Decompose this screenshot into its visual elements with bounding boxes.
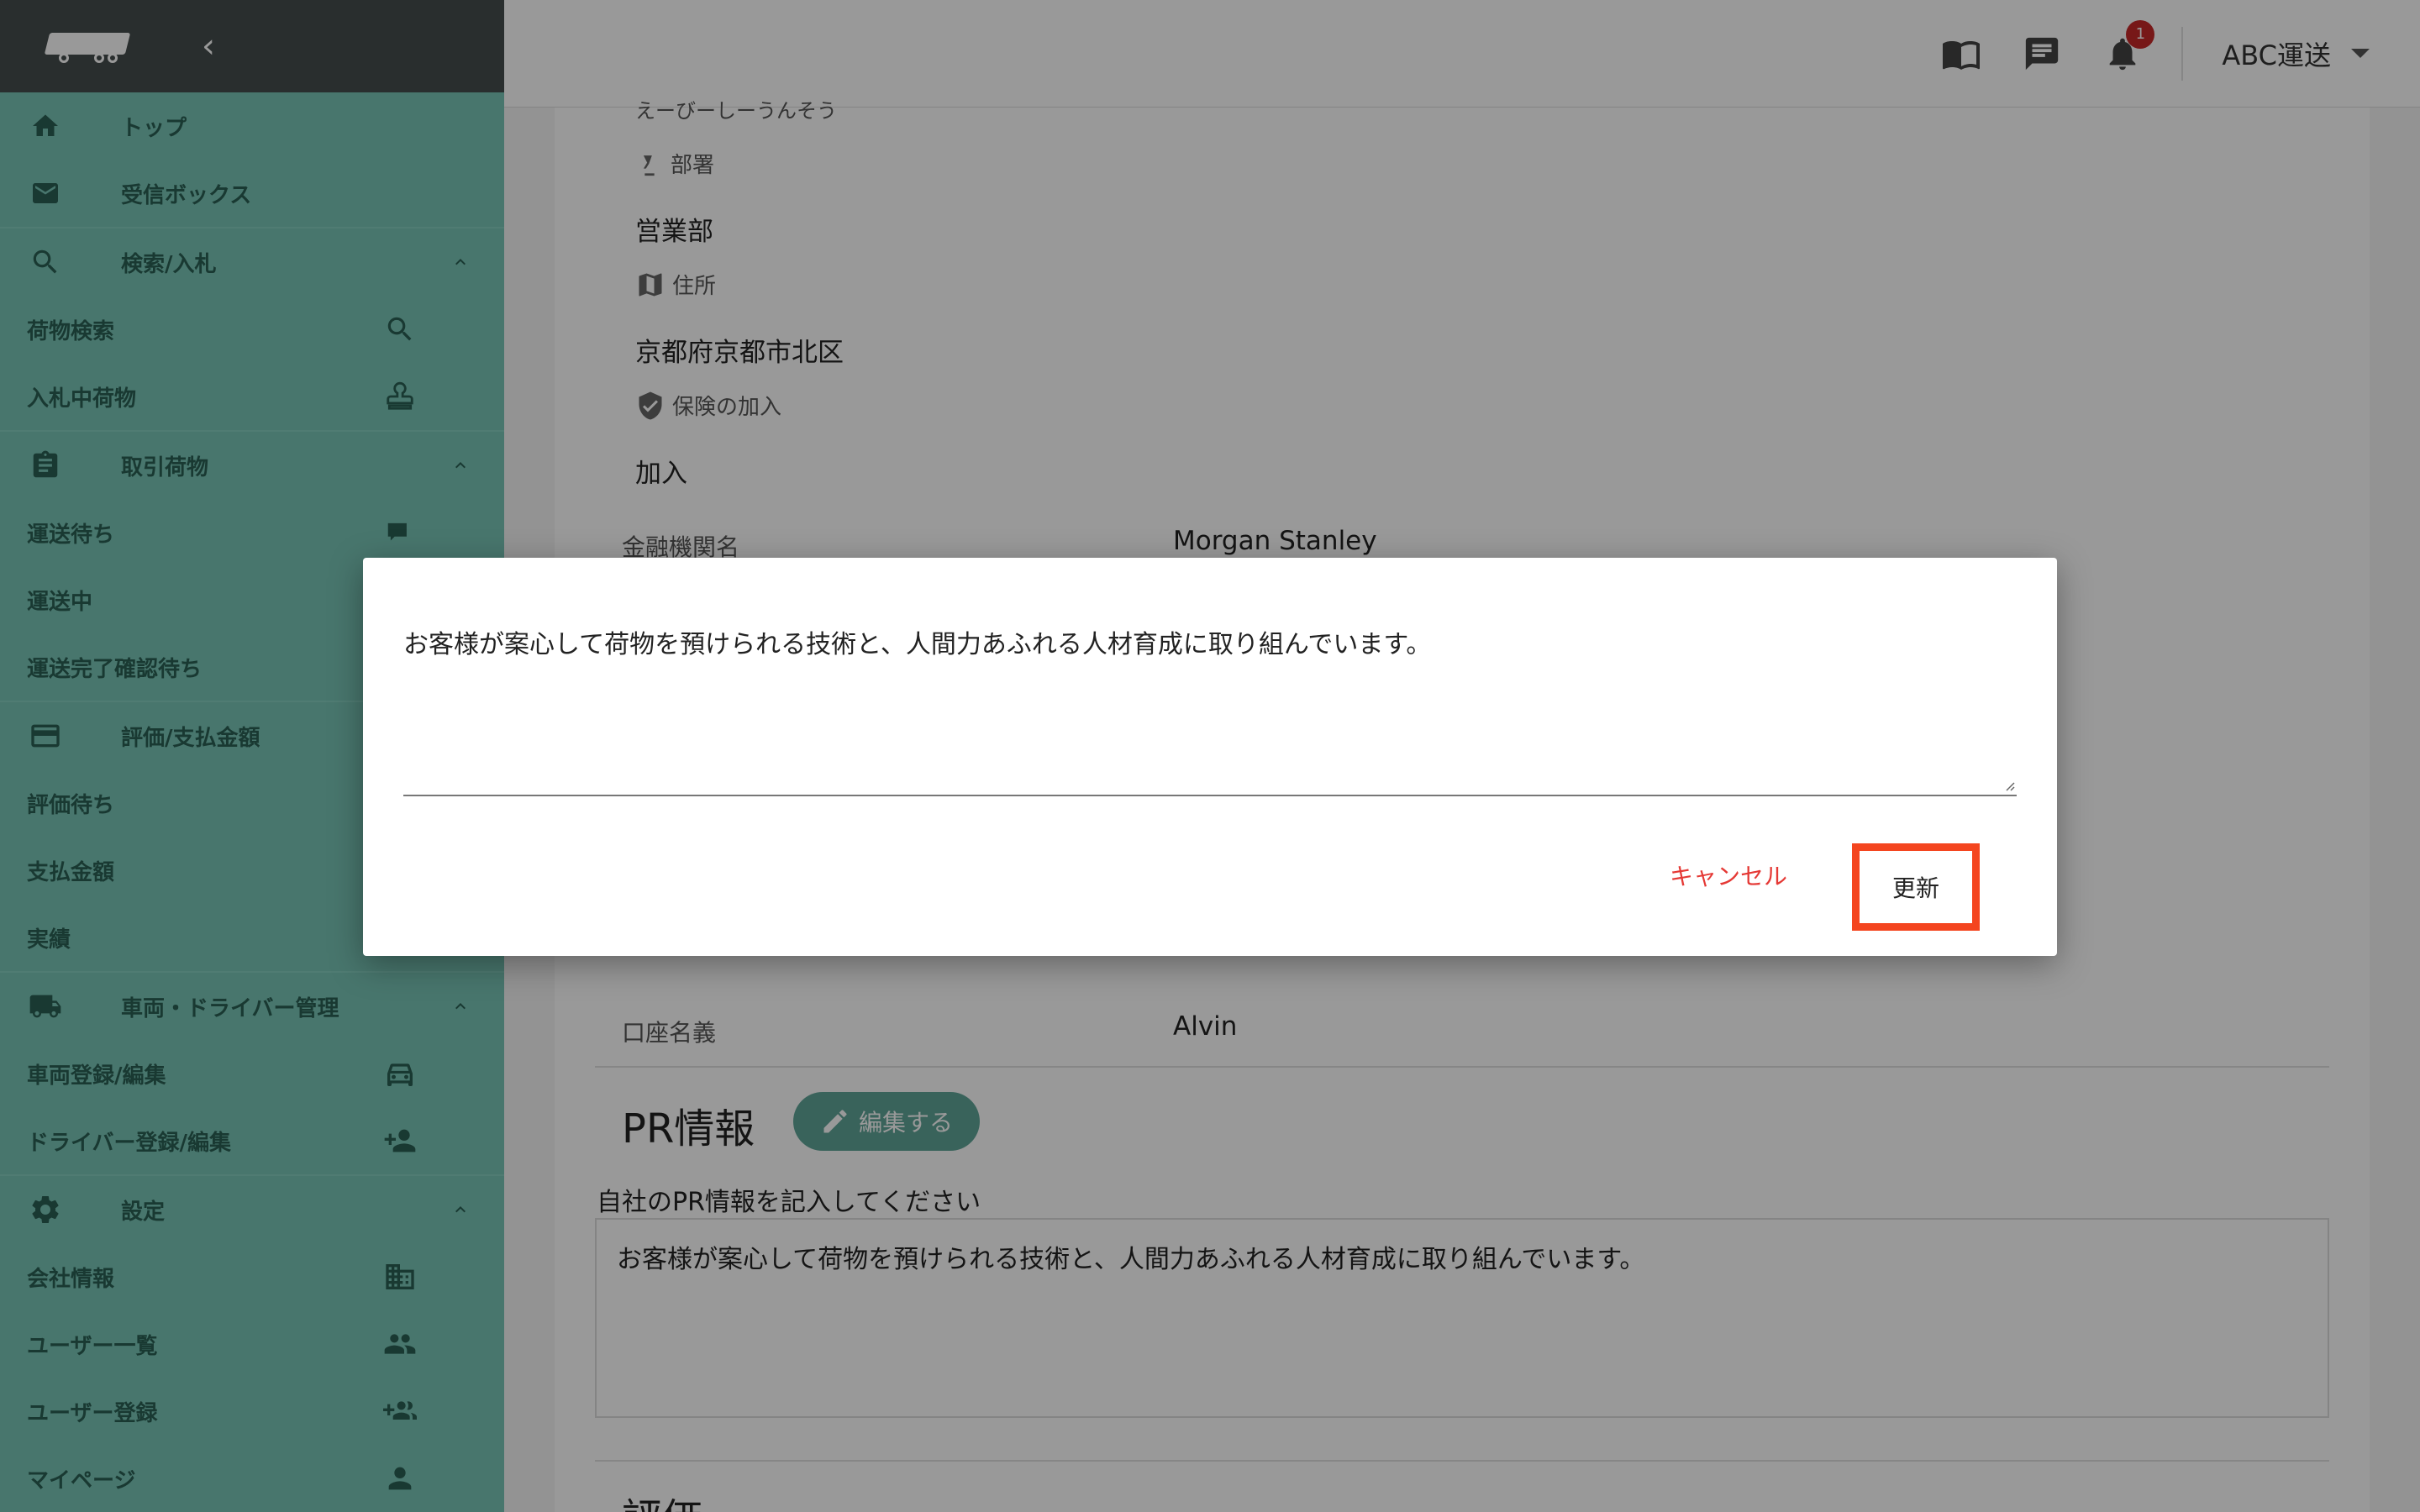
- edit-pr-dialog: お客様が案心して荷物を預けられる技術と、人間力あふれる人材育成に取り組んでいます…: [363, 558, 2057, 956]
- pr-edit-textarea[interactable]: お客様が案心して荷物を預けられる技術と、人間力あふれる人材育成に取り組んでいます…: [403, 628, 2017, 764]
- cancel-button[interactable]: キャンセル: [1657, 852, 1800, 899]
- update-button[interactable]: 更新: [1852, 843, 1980, 931]
- resize-handle-icon[interactable]: [2002, 778, 2015, 791]
- textarea-underline: [403, 795, 2017, 796]
